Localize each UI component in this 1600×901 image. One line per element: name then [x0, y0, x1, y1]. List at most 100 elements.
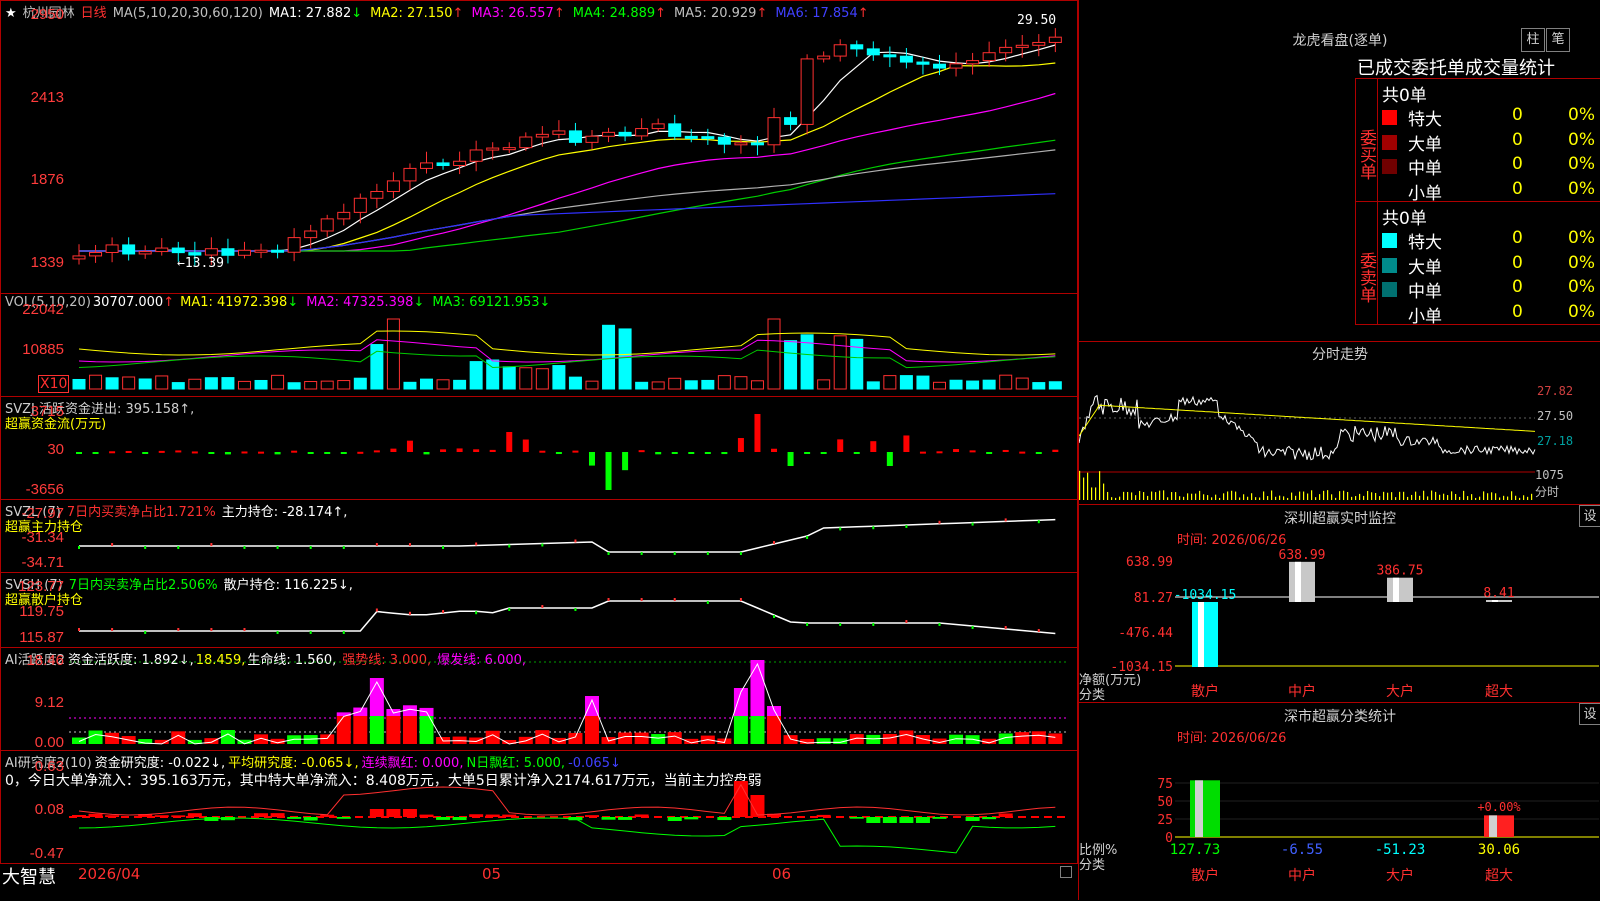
buy-order-pct: 0% — [1568, 105, 1595, 125]
research-bar — [849, 817, 864, 819]
volume-pane[interactable]: VOL(5,10,20) 30707.000↑ MA1: 41972.398↓ MA2… — [0, 293, 1078, 397]
ma-line-3 — [79, 92, 1056, 252]
intraday-vol-bar — [1311, 490, 1313, 500]
intraday-panel[interactable]: 分时走势 27.82 27.50 27.18 1075 分时 — [1079, 341, 1600, 505]
monitor-bar-shine — [1393, 577, 1399, 602]
activity-bar — [767, 716, 782, 744]
intraday-vol-bar — [1503, 495, 1505, 500]
intraday-vol-bar — [1247, 496, 1249, 500]
sell-order-row: 特大 0 0% — [1378, 228, 1600, 253]
candle — [982, 52, 996, 62]
activity-bar — [320, 734, 335, 744]
intraday-vol-bar — [1463, 490, 1465, 500]
research-bar — [88, 813, 103, 817]
activity-bar — [651, 734, 666, 744]
monitor-category: 中户 — [1288, 683, 1316, 700]
fund-flow-bar — [655, 452, 662, 455]
ai1-axis: 18.46 9.12 0.00 — [0, 647, 68, 751]
research-bar — [402, 809, 417, 817]
intraday-vol-bar — [1147, 495, 1149, 500]
intraday-vol-bar — [1459, 496, 1461, 500]
fund-flow-bar — [158, 450, 165, 453]
stats-settings-button[interactable]: 设 — [1579, 703, 1600, 725]
intraday-vol-bar — [1103, 483, 1105, 500]
candle — [899, 55, 913, 63]
candle — [304, 230, 318, 239]
buy-orders-total: 共0单 — [1382, 86, 1427, 106]
intraday-vol-bar — [1407, 496, 1409, 500]
candle — [72, 255, 86, 260]
candle — [1048, 36, 1062, 43]
price-tick: 2950 — [30, 6, 64, 23]
fund-flow-bar — [638, 450, 645, 453]
stats-axis-tick: 50 — [1157, 795, 1173, 810]
bar-view-button[interactable]: 柱 — [1521, 28, 1545, 52]
monitor-settings-button[interactable]: 设 — [1579, 505, 1600, 527]
date-label-june: 06 — [772, 865, 792, 883]
fund-flow-bar — [588, 452, 595, 466]
ai-activity-pane[interactable]: AI活跃度2 资金活跃度: 1.892↓, 18.459, 生命线: 1.560, 强势… — [0, 647, 1078, 751]
volume-bar — [89, 374, 103, 390]
svzj-pane[interactable]: SVZJ 活跃资金进出: 395.158↑, 超赢资金流(万元) — [0, 396, 1078, 500]
research-bar — [287, 817, 302, 819]
volume-ma-line — [78, 330, 1056, 356]
intraday-chart[interactable] — [1079, 366, 1537, 502]
stats-value-label: -6.55 — [1281, 842, 1323, 858]
research-line-red — [78, 783, 1056, 816]
brand-logo[interactable]: 大智慧 — [2, 863, 56, 889]
volume-bar — [916, 375, 930, 390]
candle — [568, 130, 582, 143]
buy-order-count: 0 — [1512, 105, 1523, 125]
svsh-pane[interactable]: SVSH (7) 7日内买卖净占比2.506% 散户持仓: 116.225↓, 超赢… — [0, 572, 1078, 648]
svzl-pane[interactable]: SVZL (7) 7日内买卖净占比1.721% 主力持仓: -28.174↑, 超赢… — [0, 499, 1078, 573]
candle — [552, 130, 566, 135]
volume-bar — [651, 381, 665, 390]
candlestick-chart[interactable] — [69, 1, 1077, 293]
price-pane[interactable]: ★ 杭州园林 日线 MA(5,10,20,30,60,120) MA1: 27.882↓… — [0, 0, 1078, 294]
svsh-tick: 123.77 — [18, 578, 64, 595]
volume-bar — [717, 375, 731, 390]
low-price-mark: ←13.39 — [177, 256, 224, 271]
intraday-vol-bar — [1299, 491, 1301, 500]
tick-view-button[interactable]: 笔 — [1546, 28, 1570, 52]
intraday-vol-bar — [1363, 495, 1365, 500]
stats-xlabel: 分类 — [1079, 858, 1106, 873]
research-bar — [419, 814, 434, 817]
vol-unit-badge[interactable]: X10 — [38, 375, 70, 393]
classification-stats-panel: 深市超赢分类统计 设 时间: 2026/06/26 75 50 25 0 +0.00% 1… — [1079, 703, 1600, 900]
volume-bar — [420, 378, 434, 390]
fund-flow-bar — [406, 440, 413, 452]
lhb-panel: 龙虎看盘(逐单) 柱 笔 已成交委托单成交量统计 委买单 共0单 特大 0 0% 大单… — [1079, 0, 1600, 340]
candle — [122, 244, 136, 255]
volume-ma-line — [78, 349, 1056, 369]
fund-flow-bar — [109, 451, 116, 454]
monitor-bar — [1387, 577, 1413, 602]
intraday-vol-bar — [1183, 496, 1185, 500]
stats-chart: 7550250+0.00%127.73 -6.55 -51.23 30.06散户 中户大… — [1157, 777, 1599, 884]
activity-bar — [866, 734, 881, 744]
candle — [1015, 44, 1029, 48]
volume-bar — [552, 365, 566, 390]
svzl-tick: -34.71 — [21, 554, 64, 571]
activity-bar — [750, 716, 765, 744]
intraday-vol-bar — [1403, 491, 1405, 500]
monitor-axis-tick: -476.44 — [1118, 626, 1173, 641]
fund-flow-bar — [291, 450, 298, 453]
intraday-vol-bar — [1479, 496, 1481, 500]
price-tick: 1339 — [30, 254, 64, 271]
volume-bar — [618, 328, 632, 390]
ai-research-pane[interactable]: AI研究度2(10) 资金研究度: -0.022↓, 平均研究度: -0.065↓,… — [0, 750, 1078, 864]
monitor-category: 大户 — [1386, 683, 1414, 700]
intraday-vol-bar — [1235, 491, 1237, 500]
candle — [618, 131, 632, 137]
intraday-vol-bar — [1411, 494, 1413, 500]
intraday-vol-bar — [1215, 494, 1217, 500]
ma-line-5 — [79, 149, 1056, 252]
intraday-vol-bar — [1219, 497, 1221, 500]
fund-flow-bar — [771, 448, 778, 452]
vol-tick: 10885 — [22, 341, 64, 358]
svsh-tick: 119.75 — [19, 603, 64, 620]
volume-bar — [833, 335, 847, 390]
lock-icon[interactable] — [1060, 866, 1072, 878]
candle — [817, 55, 831, 60]
